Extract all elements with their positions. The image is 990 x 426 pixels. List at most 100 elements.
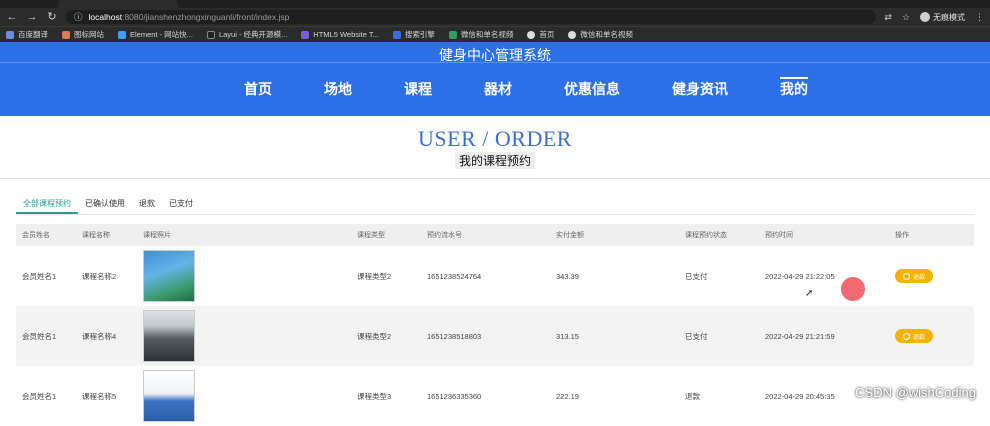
url-path: :8080/jianshenzhongxinguanli/front/index…	[122, 12, 290, 22]
bookmark-item[interactable]: Layui - 经典开源模...	[206, 29, 287, 40]
nav-news[interactable]: 健身资讯	[672, 63, 728, 116]
cell-serial: 1651238518803	[427, 331, 482, 341]
course-photo[interactable]	[143, 250, 195, 302]
table-row: 会员姓名1 课程名称4 课程类型2 1651238518803 313.15 已…	[16, 306, 974, 366]
column-header: 课程照片	[143, 232, 171, 239]
nav-promotions[interactable]: 优惠信息	[564, 63, 620, 116]
browser-tab[interactable]	[58, 0, 178, 8]
nav-venue[interactable]: 场地	[324, 63, 352, 116]
address-bar[interactable]: ⓘ localhost:8080/jianshenzhongxinguanli/…	[66, 10, 877, 24]
cell-member: 会员姓名1	[22, 271, 57, 281]
forward-icon[interactable]: →	[26, 8, 38, 26]
cell-course: 课程名称5	[82, 391, 117, 401]
cell-type: 课程类型2	[357, 331, 392, 341]
refund-icon	[903, 272, 910, 280]
watermark: CSDN @wishCoding	[855, 385, 976, 400]
cell-status: 已支付	[685, 271, 708, 281]
cell-time: 2022-04-29 21:21:59	[765, 331, 835, 341]
bookmark-icon	[301, 30, 310, 39]
table-row: 会员姓名1 课程名称5 课程类型3 1651236335360 222.19 退…	[16, 366, 974, 426]
cell-type: 课程类型2	[357, 271, 392, 281]
cell-photo	[137, 250, 351, 302]
cell-time: 2022-04-29 21:22:05	[765, 271, 835, 281]
info-icon[interactable]: ⓘ	[74, 11, 83, 23]
bookmark-item[interactable]: 搜索引擎	[392, 29, 435, 40]
column-header: 预约流水号	[427, 232, 462, 239]
bookmark-icon	[62, 30, 70, 39]
cell-action: 退款	[889, 269, 974, 283]
bookmark-item[interactable]: 图标网站	[62, 29, 104, 40]
order-tabs: 全部课程预约 已确认使用 退款 已支付	[16, 195, 974, 215]
tab-all-bookings[interactable]: 全部课程预约	[16, 195, 78, 214]
cell-action: 退款	[889, 329, 974, 343]
click-indicator	[841, 277, 865, 301]
bookmark-item[interactable]: HTML5 Website T...	[301, 30, 379, 39]
cell-member: 会员姓名1	[22, 331, 57, 341]
course-photo[interactable]	[143, 310, 195, 362]
bookings-table: 会员姓名 课程名称 课程照片 课程类型 预约流水号 实付金额 课程预约状态 预约…	[16, 224, 974, 426]
refund-button[interactable]: 退款	[895, 329, 934, 343]
translate-icon[interactable]: ⇄	[884, 12, 892, 23]
bookmark-icon	[527, 30, 536, 39]
site-header: 健身中心管理系统 首页 场地 课程 器材 优惠信息 健身资讯 我的	[0, 42, 990, 116]
tab-confirmed[interactable]: 已确认使用	[78, 195, 132, 214]
cell-course: 课程名称2	[82, 271, 117, 281]
profile-label: 无痕模式	[933, 12, 965, 22]
bookmark-icon	[448, 30, 457, 39]
bookmark-icon	[118, 30, 126, 39]
column-header: 操作	[895, 232, 909, 239]
bookmarks-bar: 百度翻译 图标网站 Element - 网站快... Layui - 经典开源模…	[0, 26, 990, 42]
cell-status: 已支付	[685, 331, 708, 341]
page-title-cn: 我的课程预约	[454, 152, 535, 169]
nav-mine[interactable]: 我的	[780, 63, 808, 116]
nav-home[interactable]: 首页	[244, 63, 272, 116]
section-divider	[0, 178, 990, 179]
tab-paid[interactable]: 已支付	[162, 195, 200, 214]
incognito-profile[interactable]: 无痕模式	[920, 12, 965, 23]
browser-toolbar: ← → ↻ ⓘ localhost:8080/jianshenzhongxing…	[0, 8, 990, 26]
column-header: 课程类型	[357, 232, 385, 239]
back-icon[interactable]: ←	[6, 8, 18, 26]
column-header: 实付金额	[556, 232, 584, 239]
table-header: 会员姓名 课程名称 课程照片 课程类型 预约流水号 实付金额 课程预约状态 预约…	[16, 224, 974, 246]
cell-serial: 1651236335360	[427, 391, 482, 401]
bookmark-item[interactable]: Element - 网站快...	[118, 29, 193, 40]
course-photo[interactable]	[143, 370, 195, 422]
bookmark-icon	[6, 30, 14, 39]
cell-amount: 343.39	[556, 271, 579, 281]
incognito-icon	[920, 12, 930, 22]
star-icon[interactable]: ☆	[902, 12, 910, 23]
column-header: 课程预约状态	[685, 232, 727, 239]
cell-status: 退款	[685, 391, 700, 401]
column-header: 会员姓名	[22, 232, 50, 239]
url-host: localhost	[88, 12, 123, 22]
main-nav: 首页 场地 课程 器材 优惠信息 健身资讯 我的	[0, 63, 990, 116]
cell-photo	[137, 370, 351, 422]
browser-tab[interactable]	[180, 0, 300, 8]
cell-type: 课程类型3	[357, 391, 392, 401]
page-heading: USER / ORDER 我的课程预约	[0, 116, 990, 170]
reload-icon[interactable]: ↻	[46, 8, 58, 26]
cell-amount: 222.19	[556, 391, 579, 401]
column-header: 课程名称	[82, 232, 110, 239]
table-row: 会员姓名1 课程名称2 课程类型2 1651238524764 343.39 已…	[16, 246, 974, 306]
bookmark-icon	[206, 30, 215, 39]
cell-member: 会员姓名1	[22, 391, 57, 401]
bookmark-item[interactable]: 首页	[527, 29, 554, 40]
bookmark-item[interactable]: 微信和单名视频	[568, 29, 633, 40]
bookmark-icon	[392, 30, 401, 39]
bookmark-item[interactable]: 百度翻译	[6, 29, 48, 40]
cell-photo	[137, 310, 351, 362]
bookmark-item[interactable]: 微信和单名视频	[448, 29, 513, 40]
nav-equipment[interactable]: 器材	[484, 63, 512, 116]
mouse-cursor-icon: ➚	[805, 288, 814, 299]
browser-tabstrip	[0, 0, 990, 8]
bookmark-icon	[568, 30, 577, 39]
site-title: 健身中心管理系统	[439, 47, 551, 63]
refund-button[interactable]: 退款	[895, 269, 934, 283]
nav-course[interactable]: 课程	[404, 63, 432, 116]
column-header: 预约时间	[765, 232, 793, 239]
cell-course: 课程名称4	[82, 331, 117, 341]
tab-refund[interactable]: 退款	[132, 195, 162, 214]
menu-icon[interactable]: ⋮	[975, 12, 984, 23]
